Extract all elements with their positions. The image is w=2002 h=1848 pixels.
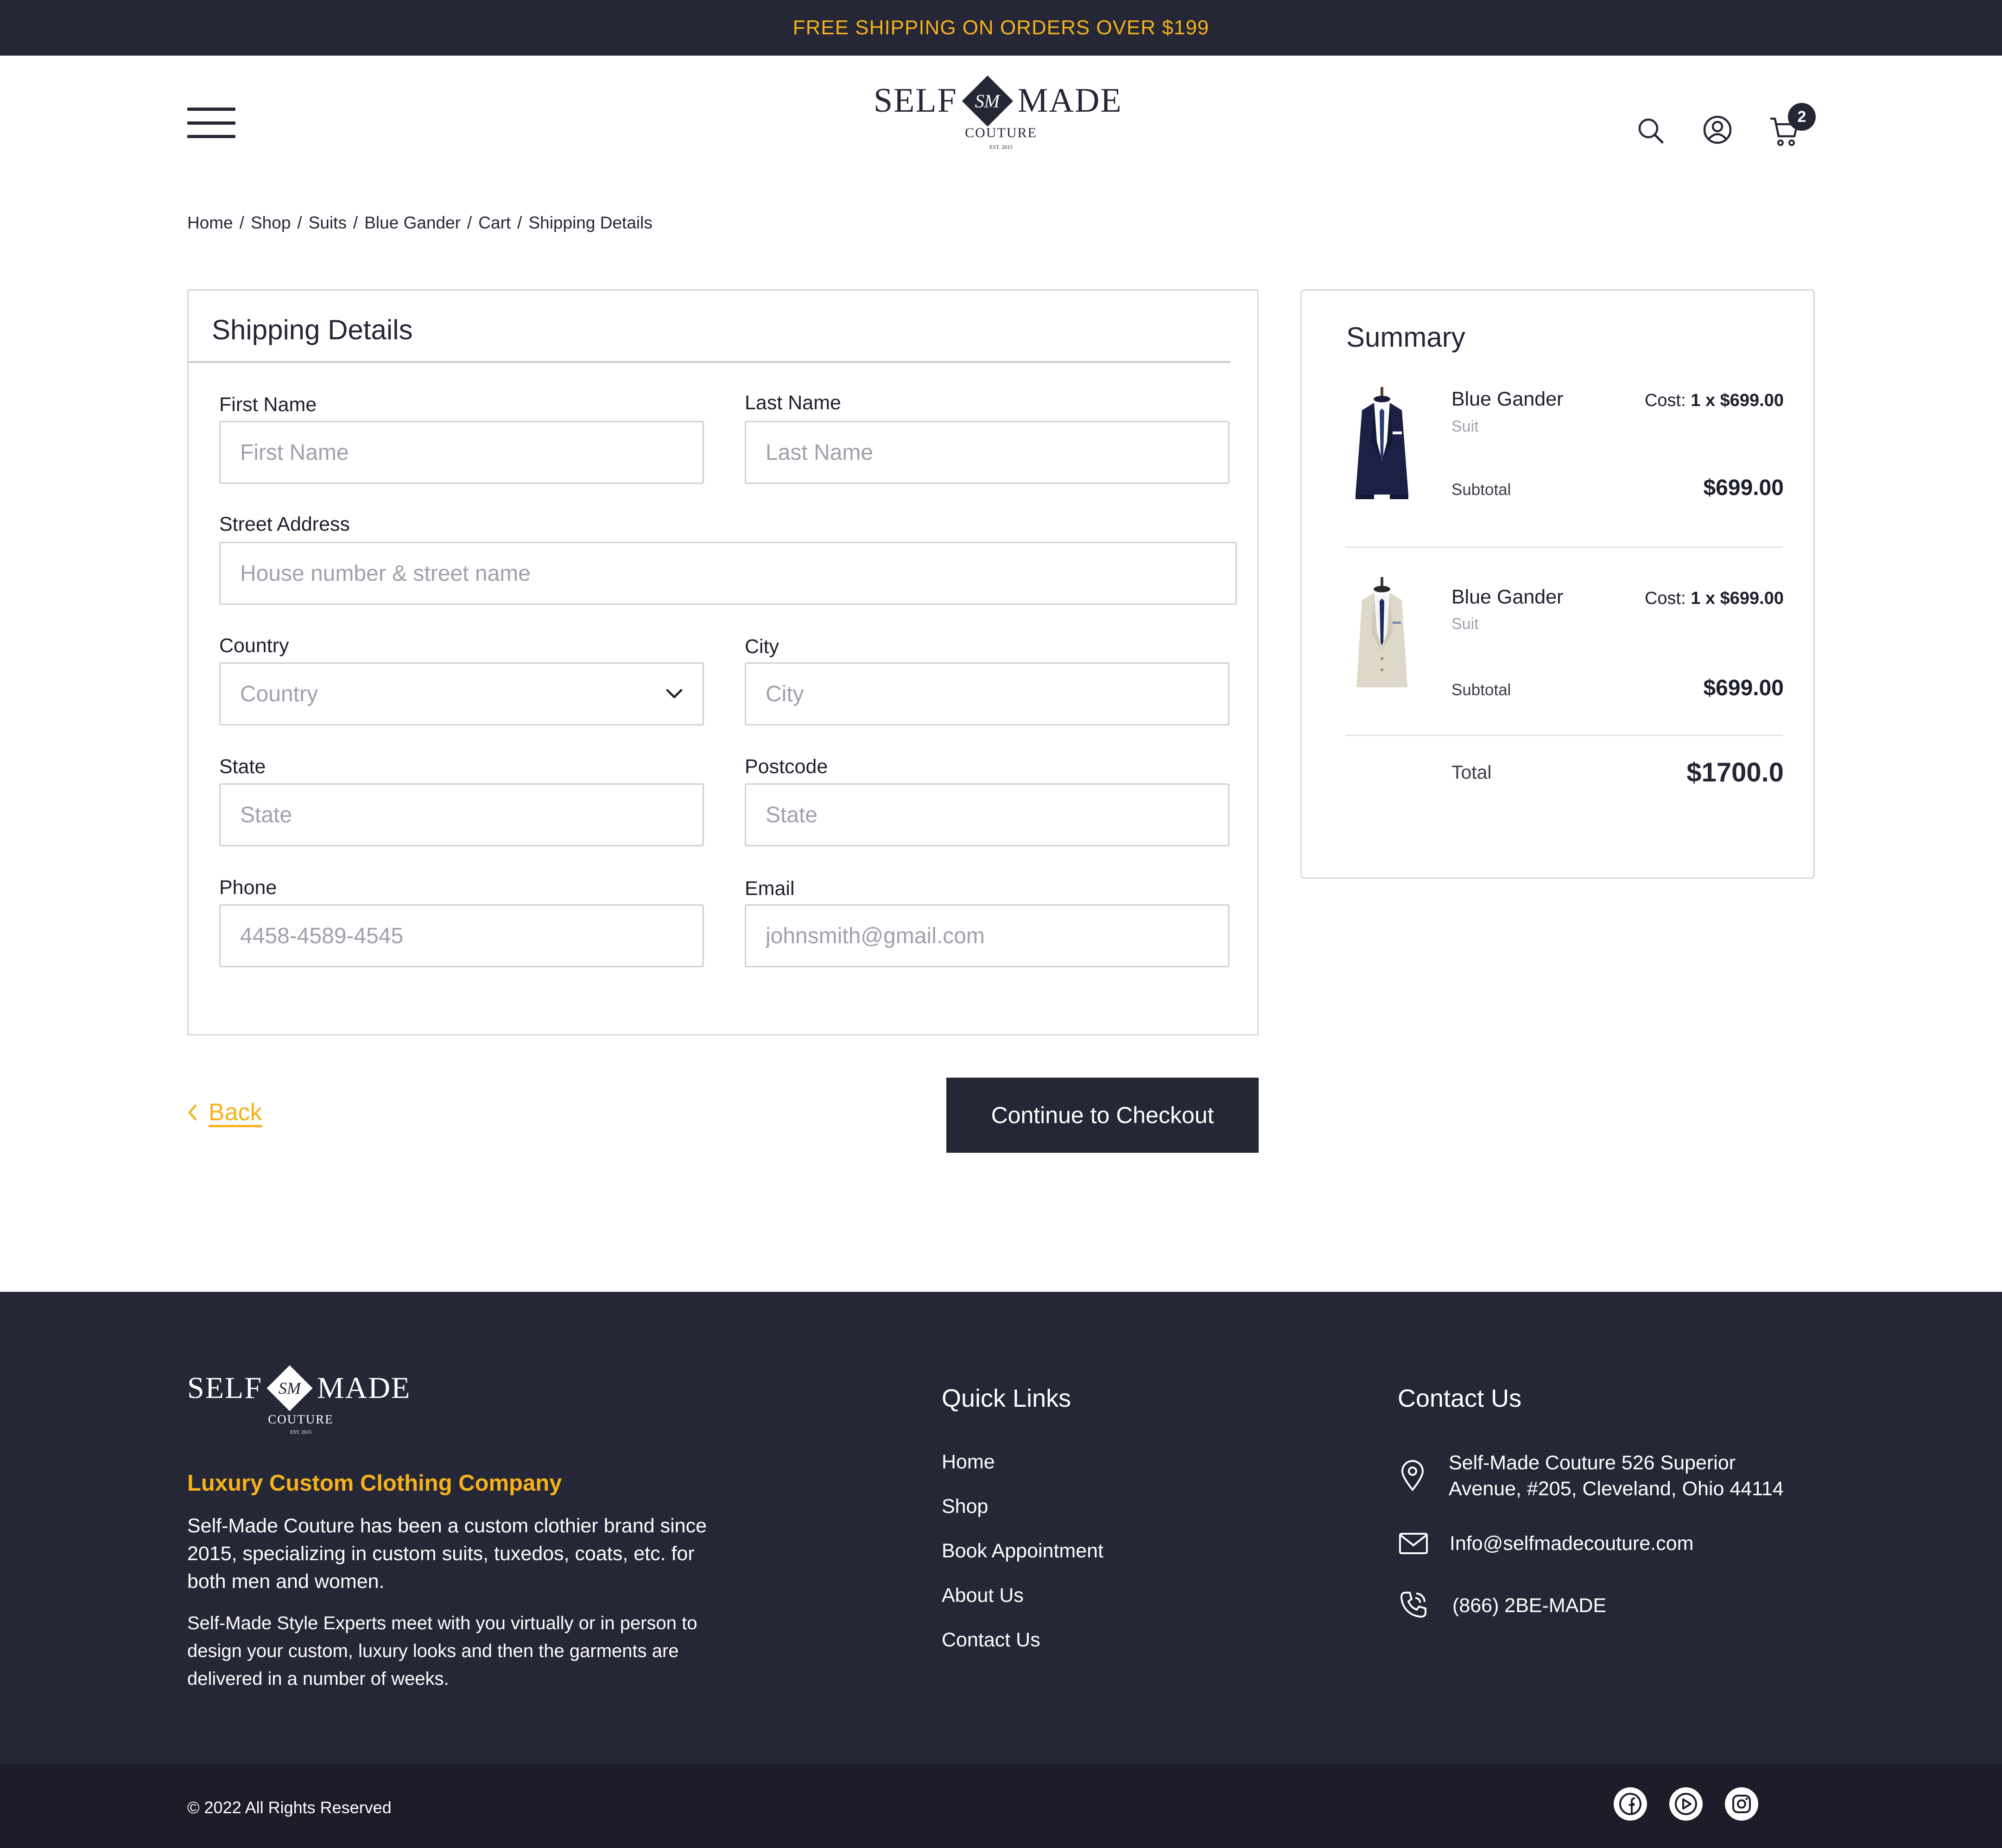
order-summary-card: Summary Blue Gander Suit Cost: 1 x $699.…	[1300, 289, 1815, 879]
summary-total-label: Total	[1451, 762, 1492, 783]
chevron-down-icon	[666, 689, 683, 699]
summary-title: Summary	[1346, 322, 1465, 353]
footer-logo-subtitle: COUTURE	[268, 1412, 334, 1426]
state-input[interactable]	[219, 783, 704, 846]
breadcrumb-current: Shipping Details	[528, 213, 653, 232]
quick-links-heading: Quick Links	[942, 1384, 1071, 1412]
footer-about-text-2: Self-Made Style Experts meet with you vi…	[187, 1613, 697, 1689]
cart-count-badge: 2	[1788, 103, 1816, 131]
back-label: Back	[209, 1099, 262, 1126]
hamburger-menu-icon[interactable]	[187, 108, 235, 138]
summary-item-name: Blue Gander	[1451, 388, 1564, 410]
breadcrumb-product[interactable]: Blue Gander	[364, 213, 461, 233]
postcode-label: Postcode	[745, 756, 828, 778]
summary-item-name: Blue Gander	[1451, 586, 1564, 608]
first-name-label: First Name	[219, 394, 317, 416]
location-pin-icon	[1400, 1459, 1425, 1494]
breadcrumb: Home / Shop / Suits / Blue Gander / Cart / Sh…	[187, 213, 653, 233]
city-input[interactable]	[745, 662, 1229, 725]
summary-total-value: $1700.0	[1686, 757, 1784, 787]
country-select-value: Country	[240, 681, 318, 706]
contact-phone[interactable]: (866) 2BE-MADE	[1452, 1593, 1606, 1619]
breadcrumb-shop[interactable]: Shop	[251, 213, 291, 233]
footer-about-text: Self-Made Couture has been a custom clot…	[187, 1515, 707, 1593]
summary-divider	[1345, 735, 1783, 736]
navy-suit-image	[1343, 387, 1422, 508]
mail-icon	[1399, 1532, 1428, 1557]
shipping-details-card: Shipping Details First Name Last Name St…	[187, 289, 1259, 1035]
logo-word-right: MADE	[1017, 82, 1122, 120]
logo-word-left: SELF	[874, 82, 957, 120]
instagram-icon[interactable]	[1725, 1787, 1758, 1821]
last-name-input[interactable]	[745, 421, 1229, 484]
back-link[interactable]: Back	[187, 1099, 262, 1126]
summary-item-cost: Cost: 1 x $699.00	[1644, 589, 1784, 608]
street-address-label: Street Address	[219, 513, 350, 535]
copyright-text: © 2022 All Rights Reserved	[187, 1798, 392, 1817]
phone-icon	[1399, 1590, 1428, 1622]
brand-logo[interactable]: SELF SM MADE COUTURE EST. 2015	[874, 75, 1128, 151]
summary-item-type: Suit	[1451, 615, 1479, 633]
phone-input[interactable]	[219, 904, 704, 967]
announcement-bar: FREE SHIPPING ON ORDERS OVER $199	[0, 0, 2002, 56]
contact-us-heading: Contact Us	[1398, 1384, 1522, 1412]
youtube-icon[interactable]	[1669, 1787, 1703, 1821]
logo-monogram: SM	[962, 75, 1013, 127]
logo-est: EST. 2015	[989, 144, 1013, 150]
footer-tagline: Luxury Custom Clothing Company	[187, 1471, 562, 1496]
breadcrumb-suits[interactable]: Suits	[309, 213, 347, 233]
shipping-title-divider	[189, 361, 1230, 363]
continue-to-checkout-button[interactable]: Continue to Checkout	[946, 1078, 1259, 1153]
breadcrumb-cart[interactable]: Cart	[478, 213, 511, 233]
contact-email[interactable]: Info@selfmadecouture.com	[1450, 1530, 1693, 1556]
search-icon[interactable]	[1637, 117, 1665, 145]
footer-logo-word-left: SELF	[187, 1371, 263, 1405]
country-select[interactable]: Country	[219, 662, 704, 725]
footer-link-home[interactable]: Home	[942, 1451, 995, 1473]
email-label: Email	[745, 877, 795, 900]
announcement-text: FREE SHIPPING ON ORDERS OVER $199	[792, 16, 1210, 39]
beige-suit-image	[1343, 577, 1422, 698]
summary-item-subtotal-label: Subtotal	[1451, 681, 1511, 699]
phone-label: Phone	[219, 876, 277, 899]
facebook-icon[interactable]	[1614, 1787, 1647, 1821]
summary-item-cost: Cost: 1 x $699.00	[1644, 391, 1784, 410]
email-input[interactable]	[745, 904, 1229, 967]
footer-logo-est: EST. 2015	[290, 1429, 312, 1435]
footer-logo-monogram: SM	[266, 1365, 313, 1411]
postcode-input[interactable]	[745, 783, 1229, 846]
user-account-icon[interactable]	[1703, 115, 1732, 145]
shipping-title: Shipping Details	[212, 314, 413, 345]
summary-divider	[1345, 546, 1783, 548]
footer-link-shop[interactable]: Shop	[942, 1495, 988, 1518]
footer-link-book-appointment[interactable]: Book Appointment	[942, 1540, 1103, 1562]
footer-link-contact[interactable]: Contact Us	[942, 1629, 1040, 1651]
chevron-left-icon	[188, 1104, 197, 1121]
state-label: State	[219, 756, 266, 778]
footer-logo-word-right: MADE	[317, 1371, 411, 1405]
last-name-label: Last Name	[745, 392, 841, 414]
contact-address: Self-Made Couture 526 Superior Avenue, #…	[1449, 1452, 1784, 1500]
city-label: City	[745, 635, 779, 658]
breadcrumb-home[interactable]: Home	[187, 213, 233, 233]
street-address-input[interactable]	[219, 542, 1237, 605]
summary-item-subtotal: $699.00	[1703, 476, 1784, 500]
footer-brand-logo[interactable]: SELF SM MADE COUTURE EST. 2015	[187, 1365, 428, 1435]
first-name-input[interactable]	[219, 421, 704, 484]
summary-item-subtotal-label: Subtotal	[1451, 481, 1511, 499]
country-label: Country	[219, 635, 289, 657]
footer-link-about[interactable]: About Us	[942, 1584, 1024, 1607]
summary-item-subtotal: $699.00	[1703, 676, 1784, 700]
summary-item-type: Suit	[1451, 418, 1479, 435]
logo-subtitle: COUTURE	[965, 125, 1037, 140]
